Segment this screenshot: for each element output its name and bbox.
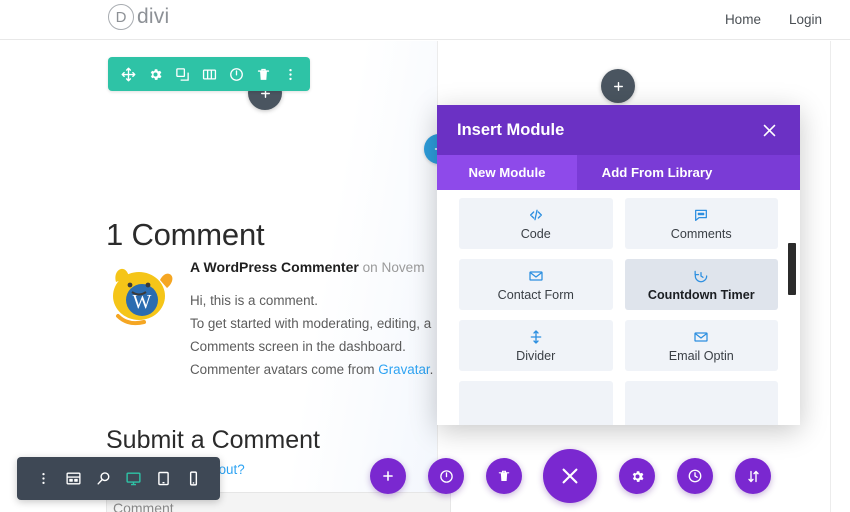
add-module-circle-right[interactable] [601, 69, 635, 103]
module-label: Contact Form [497, 287, 574, 302]
close-icon[interactable] [758, 119, 780, 141]
tab-new-module[interactable]: New Module [437, 155, 577, 190]
tab-add-from-library[interactable]: Add From Library [577, 155, 737, 190]
module-card-divider[interactable]: Divider [459, 320, 613, 371]
history-button[interactable] [677, 458, 713, 494]
comment-line-with-link: Commenter avatars come from Gravatar. [190, 358, 451, 381]
duplicate-icon[interactable] [170, 61, 194, 87]
gear-icon[interactable] [143, 61, 167, 87]
trash-icon[interactable] [251, 61, 275, 87]
module-label: Comments [670, 226, 732, 241]
module-label: Divider [516, 348, 556, 363]
move-icon[interactable] [116, 61, 140, 87]
modal-scrollbar[interactable] [788, 243, 796, 295]
desktop-icon[interactable] [118, 464, 148, 494]
more-vertical-icon[interactable] [29, 464, 59, 494]
comment-item: W A WordPress Commenter on Novem Hi, thi… [106, 258, 451, 381]
module-card-partial[interactable] [459, 381, 613, 425]
comment-text: Hi, this is a comment. To get started wi… [190, 289, 451, 381]
modal-body: Call To Action Circle Counter Code [437, 190, 800, 425]
comments-heading: 1 Comment [106, 217, 265, 252]
site-header: D divi Home Login [0, 0, 850, 40]
module-label: Countdown Timer [647, 287, 755, 302]
settings-button[interactable] [619, 458, 655, 494]
save-order-button[interactable] [735, 458, 771, 494]
comment-meta: A WordPress Commenter on Novem [190, 258, 451, 278]
envelope-icon [693, 329, 709, 345]
columns-icon[interactable] [197, 61, 221, 87]
phone-icon[interactable] [178, 464, 208, 494]
zoom-icon[interactable] [89, 464, 119, 494]
module-card-comments[interactable]: Comments [624, 198, 778, 249]
comment-line: Comments screen in the dashboard. [190, 338, 406, 354]
divi-logo-icon: D [108, 4, 134, 30]
close-builder-button[interactable] [543, 449, 597, 503]
site-logo[interactable]: D divi [108, 4, 169, 30]
view-mode-toolbar [17, 457, 220, 500]
comment-date: on Novem [362, 260, 425, 275]
envelope-icon [528, 268, 544, 284]
insert-module-modal: Insert Module New Module Add From Librar… [437, 105, 800, 425]
comment-line-text: Commenter avatars come from [190, 361, 379, 377]
comment-body: A WordPress Commenter on Novem Hi, this … [190, 258, 451, 381]
module-label: Email Optin [668, 348, 734, 363]
column-divider-right [830, 41, 831, 512]
wireframe-icon[interactable] [59, 464, 89, 494]
nav-item-home[interactable]: Home [725, 12, 761, 27]
primary-nav: Home Login [725, 12, 822, 27]
comment-line: Hi, this is a comment. [190, 292, 318, 308]
page-canvas: D divi Home Login 1 Comment W A WordPres… [0, 0, 850, 512]
module-card-email-optin[interactable]: Email Optin [624, 320, 778, 371]
tablet-icon[interactable] [148, 464, 178, 494]
code-icon [528, 207, 544, 223]
module-label: Code [520, 226, 551, 241]
module-card-contact-form[interactable]: Contact Form [459, 259, 613, 310]
site-logo-text: divi [137, 5, 170, 28]
row-toolbar[interactable] [108, 57, 310, 91]
more-vertical-icon[interactable] [278, 61, 302, 87]
comment-line-period: . [429, 361, 434, 377]
module-grid: Call To Action Circle Counter Code [437, 190, 800, 425]
modal-tabs: New Module Add From Library [437, 155, 800, 190]
avatar: W [106, 260, 176, 330]
module-card-countdown-timer[interactable]: Countdown Timer [624, 259, 778, 310]
add-section-button[interactable] [370, 458, 406, 494]
toggle-builder-button[interactable] [428, 458, 464, 494]
comment-author: A WordPress Commenter [190, 259, 359, 275]
gravatar-link[interactable]: Gravatar [378, 362, 429, 377]
clear-layout-button[interactable] [486, 458, 522, 494]
modal-header: Insert Module [437, 105, 800, 155]
modal-title: Insert Module [457, 120, 565, 139]
power-icon[interactable] [224, 61, 248, 87]
divider-icon [528, 329, 544, 345]
module-card-code[interactable]: Code [459, 198, 613, 249]
nav-item-login[interactable]: Login [789, 12, 822, 27]
clock-icon [693, 268, 709, 284]
comment-line: To get started with moderating, editing,… [190, 315, 432, 331]
module-card-partial[interactable] [624, 381, 778, 425]
speech-bubble-icon [693, 207, 709, 223]
